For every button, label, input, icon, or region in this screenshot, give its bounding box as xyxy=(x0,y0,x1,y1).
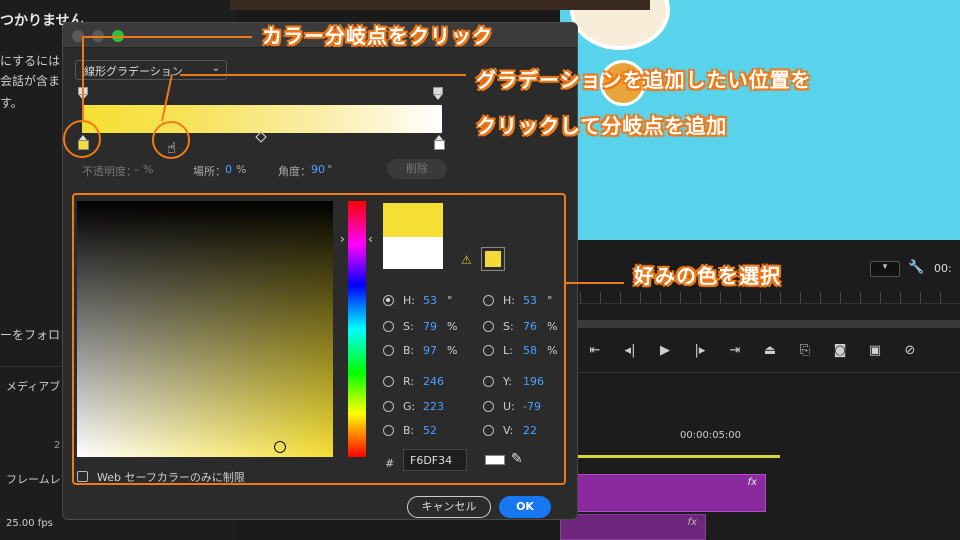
gradient-midpoint-handle[interactable] xyxy=(255,131,267,143)
gradient-preview-bar[interactable] xyxy=(82,105,442,133)
stop-attributes: 不透明度： – % 場所： 0 % 角度： 90 ° xyxy=(82,163,572,179)
delete-stop-button[interactable]: 削除 xyxy=(387,159,447,179)
opacity-label: 不透明度： xyxy=(82,165,137,178)
compare-icon[interactable]: ▣ xyxy=(865,343,885,358)
angle-unit: ° xyxy=(327,163,333,176)
highlight-color-stop xyxy=(63,120,101,158)
location-value[interactable]: 0 xyxy=(225,163,232,176)
item-count: 2 xyxy=(54,440,61,451)
annotation-leader-line xyxy=(82,36,84,120)
angle-value[interactable]: 90 xyxy=(311,163,325,176)
annotation-leader-line xyxy=(180,74,466,76)
opacity-stop-right[interactable] xyxy=(433,87,443,101)
scrub-bar[interactable] xyxy=(560,320,960,328)
transport-controls: ⇤ ◂| ▶ |▸ ⇥ ⏏ ⎘ ◙ ▣ ⊘ xyxy=(585,340,945,360)
callout-add-stop-line1: グラデーションを追加したい位置を xyxy=(476,68,812,92)
mark-in-icon[interactable]: ⇤ xyxy=(585,343,605,358)
callout-choose-color: 好みの色を選択 xyxy=(634,264,781,288)
timeline-timecode: 00:00:05:00 xyxy=(680,430,742,441)
message-line: す。 xyxy=(0,96,23,110)
opacity-value[interactable]: – % xyxy=(134,163,153,176)
fx-badge: fx xyxy=(687,517,697,528)
fps-value: 25.00 fps xyxy=(6,518,53,529)
monitor-ruler[interactable] xyxy=(560,292,960,304)
camera-icon[interactable]: ◙ xyxy=(830,343,850,358)
settings-icon[interactable]: ⊘ xyxy=(900,343,920,358)
fx-badge: fx xyxy=(747,477,757,488)
frame-rate-label: フレームレ xyxy=(6,473,61,486)
timeline-clip[interactable]: fx xyxy=(560,474,766,512)
callout-click-stop: カラー分岐点をクリック xyxy=(262,24,493,48)
message-line: 会話が含ま xyxy=(0,74,61,88)
ok-button[interactable]: OK xyxy=(499,496,551,518)
location-unit: % xyxy=(236,163,247,176)
message-line: にするには xyxy=(0,54,61,68)
step-forward-icon[interactable]: |▸ xyxy=(690,343,710,358)
color-stop-right[interactable] xyxy=(434,135,445,151)
cancel-button[interactable]: キャンセル xyxy=(407,496,491,518)
step-back-icon[interactable]: ◂| xyxy=(620,343,640,358)
chevron-down-icon: ⌄ xyxy=(211,63,220,74)
highlight-add-position xyxy=(152,121,190,159)
timeline-clip[interactable]: fx xyxy=(560,514,706,540)
media-browser-tab[interactable]: メディアブ xyxy=(6,378,60,394)
lift-icon[interactable]: ⏏ xyxy=(760,343,780,358)
highlight-color-picker xyxy=(72,193,566,485)
wrench-icon[interactable]: 🔧 xyxy=(908,260,924,275)
angle-label: 角度： xyxy=(278,165,311,178)
extract-icon[interactable]: ⎘ xyxy=(795,343,815,358)
work-area-bar[interactable] xyxy=(560,455,780,458)
timeline-ruler[interactable]: 00:00:05:00 xyxy=(560,410,960,458)
annotation-leader-line xyxy=(82,36,252,38)
gradient-type-dropdown[interactable]: 線形グラデーション ⌄ xyxy=(75,60,227,80)
divider xyxy=(560,372,960,373)
zoom-dropdown[interactable]: ▾ xyxy=(870,261,900,277)
annotation-leader-line xyxy=(566,282,624,284)
mark-out-icon[interactable]: ⇥ xyxy=(725,343,745,358)
gradient-type-value: 線形グラデーション xyxy=(84,65,183,78)
timecode: 00: xyxy=(934,262,952,275)
callout-add-stop-line2: クリックして分岐点を追加 xyxy=(476,114,728,138)
play-icon[interactable]: ▶ xyxy=(655,343,675,358)
location-label: 場所： xyxy=(193,165,226,178)
follow-button[interactable]: ーをフォロ xyxy=(0,326,60,343)
top-strip xyxy=(230,0,650,10)
